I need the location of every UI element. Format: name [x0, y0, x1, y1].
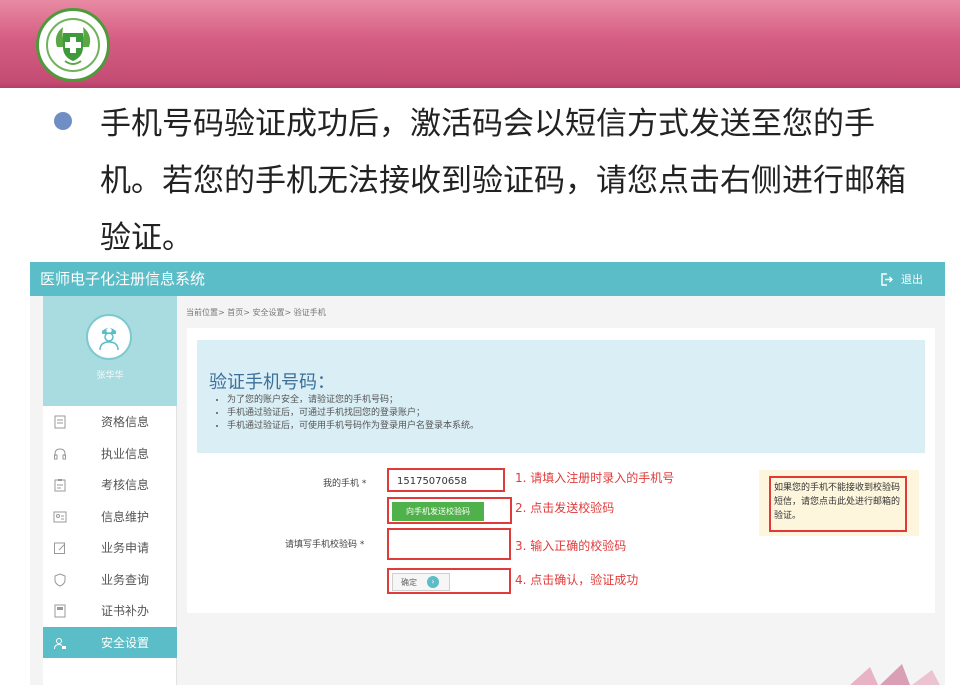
sidebar-item-practice[interactable]: 执业信息: [43, 438, 177, 470]
sidebar-item-label: 执业信息: [101, 446, 150, 461]
corner-decoration: [850, 664, 940, 685]
sidebar-item-label: 业务申请: [101, 541, 150, 556]
sidebar-item-label: 考核信息: [101, 478, 150, 493]
sidebar-item-certificate[interactable]: 证书补办: [43, 595, 177, 627]
info-box: 验证手机号码： 为了您的账户安全，请验证您的手机号码； 手机通过验证后，可通过手…: [197, 340, 925, 453]
step-1-annotation: 1. 请填入注册时录入的手机号: [515, 471, 675, 485]
id-card-icon: [53, 511, 67, 522]
email-verify-link[interactable]: 如果您的手机不能接收到校验码短信，请您点击此处进行邮箱的验证。: [769, 476, 907, 532]
app-title: 医师电子化注册信息系统: [40, 270, 206, 288]
logout-button[interactable]: 退出: [880, 271, 923, 287]
confirm-button[interactable]: 确定 ›: [392, 573, 450, 591]
phone-input[interactable]: 15175070658: [387, 468, 505, 492]
profile-panel: 张华华: [43, 296, 177, 406]
sidebar-item-maintenance[interactable]: 信息维护: [43, 501, 177, 533]
sidebar-item-query[interactable]: 业务查询: [43, 564, 177, 596]
info-item: 手机通过验证后，可通过手机找回您的登录账户；: [227, 407, 479, 420]
app-screenshot: 医师电子化注册信息系统 退出 张华华 资格信息 执业信息 考核信息 信息维护 业…: [30, 262, 945, 685]
main-content: 验证手机号码： 为了您的账户安全，请验证您的手机号码； 手机通过验证后，可通过手…: [187, 328, 935, 613]
avatar: [86, 314, 132, 360]
confirm-label: 确定: [401, 577, 417, 587]
shield-icon: [54, 572, 66, 587]
sidebar-item-label: 信息维护: [101, 509, 150, 524]
certificate-icon: [54, 604, 66, 618]
email-verify-note: 如果您的手机不能接收到校验码短信，请您点击此处进行邮箱的验证。: [759, 470, 919, 536]
doc-icon: [54, 415, 66, 429]
username: 张华华: [96, 371, 124, 381]
sidebar-item-label: 资格信息: [101, 415, 150, 430]
sidebar: 张华华 资格信息 执业信息 考核信息 信息维护 业务申请 业务查询 证书补办 安…: [43, 296, 177, 685]
breadcrumb: 当前位置> 首页> 安全设置> 验证手机: [186, 308, 326, 317]
slide-bullet-text: 手机号码验证成功后，激活码会以短信方式发送至您的手机。若您的手机无法接收到验证码…: [100, 106, 906, 256]
sidebar-item-application[interactable]: 业务申请: [43, 532, 177, 564]
step-3-annotation: 3. 输入正确的校验码: [515, 539, 627, 553]
phone-label: 我的手机 *: [323, 479, 367, 489]
confirm-highlight: 确定 ›: [387, 568, 511, 594]
step-2-annotation: 2. 点击发送校验码: [515, 501, 615, 515]
clipboard-icon: [54, 479, 66, 492]
bullet-dot: [54, 112, 72, 130]
step-4-annotation: 4. 点击确认，验证成功: [515, 573, 639, 587]
logout-icon: [881, 272, 893, 286]
code-label: 请填写手机校验码 *: [285, 540, 365, 550]
info-item: 为了您的账户安全，请验证您的手机号码；: [227, 394, 479, 407]
verification-code-input[interactable]: [387, 528, 511, 560]
send-code-button[interactable]: 向手机发送校验码: [392, 502, 484, 521]
info-list: 为了您的账户安全，请验证您的手机号码； 手机通过验证后，可通过手机找回您的登录账…: [227, 394, 479, 433]
sidebar-item-label: 业务查询: [101, 572, 150, 587]
sidebar-item-label: 证书补办: [101, 604, 150, 619]
user-lock-icon: [54, 637, 66, 649]
sidebar-item-label: 安全设置: [101, 635, 150, 650]
info-title: 验证手机号码：: [209, 372, 335, 393]
slide-header-band: [0, 0, 960, 88]
headset-icon: [54, 447, 66, 459]
sidebar-item-assessment[interactable]: 考核信息: [43, 469, 177, 501]
sidebar-item-security[interactable]: 安全设置: [43, 626, 177, 658]
app-header: 医师电子化注册信息系统 退出: [30, 262, 945, 296]
medical-logo: [36, 8, 110, 82]
doctor-avatar-icon: [99, 328, 119, 351]
sidebar-menu: 资格信息 执业信息 考核信息 信息维护 业务申请 业务查询 证书补办 安全设置: [43, 406, 177, 658]
edit-icon: [54, 542, 66, 554]
info-item: 手机通过验证后，可使用手机号码作为登录用户名登录本系统。: [227, 420, 479, 433]
send-code-highlight: 向手机发送校验码: [387, 497, 512, 524]
logout-label: 退出: [901, 273, 923, 286]
sidebar-item-qualification[interactable]: 资格信息: [43, 406, 177, 438]
arrow-right-icon: ›: [427, 576, 439, 588]
